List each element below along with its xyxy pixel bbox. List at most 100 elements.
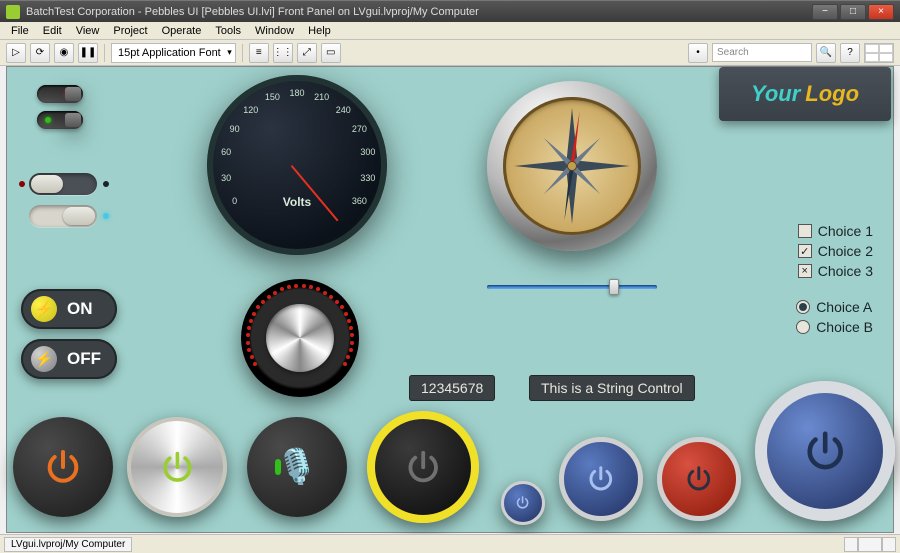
checkbox-label: Choice 2 <box>818 243 873 259</box>
checkbox-choice2[interactable]: ✓ <box>798 244 812 258</box>
pause-button[interactable]: ❚❚ <box>78 43 98 63</box>
search-go-button[interactable]: 🔍 <box>816 43 836 63</box>
app-icon <box>6 5 20 19</box>
on-button[interactable]: ⚡ ON <box>21 289 117 329</box>
menu-tools[interactable]: Tools <box>208 25 248 37</box>
resize-button[interactable]: ⤢ <box>297 43 317 63</box>
front-panel-canvas: ⚡ ON ⚡ OFF Volts 03060901201501802102402… <box>6 66 894 533</box>
knob-scale-dot-icon <box>252 312 256 316</box>
knob-scale-dot-icon <box>346 355 350 359</box>
knob-scale-dot-icon <box>316 287 320 291</box>
logo-word2: Logo <box>805 81 859 107</box>
checkbox-choice3[interactable]: × <box>798 264 812 278</box>
microphone-icon: 🎙️ <box>276 447 318 487</box>
power-button-metal-green[interactable] <box>127 417 227 517</box>
knob-scale-dot-icon <box>344 312 348 316</box>
radio-choice-b[interactable] <box>796 320 810 334</box>
status-bar: LVgui.lvproj/My Computer <box>0 534 900 553</box>
knob-scale-dot-icon <box>294 284 298 288</box>
gauge-tick-label: 330 <box>360 173 375 183</box>
gauge-tick-label: 270 <box>352 124 367 134</box>
toolbar-search-prev[interactable]: • <box>688 43 708 63</box>
knob-scale-dot-icon <box>340 305 344 309</box>
string-control[interactable]: This is a String Control <box>529 375 695 401</box>
power-button-small-blue[interactable] <box>501 481 545 525</box>
menu-edit[interactable]: Edit <box>36 25 69 37</box>
radio-label: Choice B <box>816 319 873 335</box>
knob-scale-dot-icon <box>349 326 353 330</box>
compass-hub-icon <box>567 161 577 171</box>
power-button-dark-orange[interactable] <box>13 417 113 517</box>
knob-scale-dot-icon <box>350 341 354 345</box>
minimize-button[interactable]: − <box>812 4 838 20</box>
menu-view[interactable]: View <box>69 25 107 37</box>
checkbox-label: Choice 3 <box>818 263 873 279</box>
knob-scale-dot-icon <box>256 305 260 309</box>
on-button-label: ON <box>67 299 93 319</box>
lightning-icon: ⚡ <box>31 296 57 322</box>
pane-layout-button[interactable] <box>864 43 894 63</box>
knob-scale-dot-icon <box>253 362 257 366</box>
microphone-button[interactable]: 🎙️ <box>247 417 347 517</box>
status-indicator-3 <box>882 537 896 552</box>
align-button[interactable]: ≡ <box>249 43 269 63</box>
gauge-tick-label: 180 <box>289 88 304 98</box>
checkbox-choice1[interactable] <box>798 224 812 238</box>
power-button-medium-blue[interactable] <box>559 437 643 521</box>
reorder-button[interactable]: ▭ <box>321 43 341 63</box>
gauge-tick-label: 150 <box>265 92 280 102</box>
power-icon <box>159 449 196 486</box>
power-button-large-blue[interactable] <box>755 381 895 521</box>
menu-project[interactable]: Project <box>106 25 154 37</box>
mini-switch-red[interactable] <box>37 85 83 103</box>
gauge-tick-label: 360 <box>352 196 367 206</box>
mic-active-led-icon <box>275 459 281 475</box>
status-indicator-1 <box>844 537 858 552</box>
menu-operate[interactable]: Operate <box>155 25 209 37</box>
font-dropdown-label: 15pt Application Font <box>118 47 221 59</box>
radio-group: Choice A Choice B <box>796 297 873 337</box>
abort-button[interactable]: ◉ <box>54 43 74 63</box>
power-icon <box>515 495 530 510</box>
horizontal-slider[interactable] <box>487 277 657 297</box>
led-green-icon <box>45 117 51 123</box>
power-button-yellow-ring[interactable] <box>367 411 479 523</box>
numeric-indicator[interactable]: 12345678 <box>409 375 495 401</box>
maximize-button[interactable]: □ <box>840 4 866 20</box>
knob-scale-dot-icon <box>273 291 277 295</box>
font-dropdown[interactable]: 15pt Application Font <box>111 43 236 63</box>
gauge-tick-label: 60 <box>221 147 231 157</box>
gauge-tick-label: 90 <box>230 124 240 134</box>
menu-file[interactable]: File <box>4 25 36 37</box>
rotary-knob[interactable] <box>241 279 359 397</box>
gauge-tick-label: 120 <box>243 105 258 115</box>
mini-switch-green[interactable] <box>37 111 83 129</box>
knob-scale-dot-icon <box>347 319 351 323</box>
voltage-gauge[interactable]: Volts 0306090120150180210240270300330360 <box>207 75 387 255</box>
context-help-button[interactable]: ? <box>840 43 860 63</box>
knob-cap-icon <box>266 304 334 372</box>
slim-switch-2[interactable] <box>29 205 97 227</box>
power-icon <box>404 448 442 486</box>
radio-choice-a[interactable] <box>796 300 810 314</box>
slim-switch-1[interactable] <box>29 173 97 195</box>
distribute-button[interactable]: ⋮⋮ <box>273 43 293 63</box>
knob-scale-dot-icon <box>267 295 271 299</box>
logo-placeholder: Your Logo <box>719 67 891 121</box>
power-icon <box>43 447 83 487</box>
run-button[interactable]: ▷ <box>6 43 26 63</box>
knob-scale-dot-icon <box>349 348 353 352</box>
menu-help[interactable]: Help <box>301 25 338 37</box>
run-continuous-button[interactable]: ⟳ <box>30 43 50 63</box>
off-button[interactable]: ⚡ OFF <box>21 339 117 379</box>
power-icon <box>684 464 714 494</box>
power-button-medium-red[interactable] <box>657 437 741 521</box>
knob-scale-dot-icon <box>335 300 339 304</box>
search-input[interactable]: Search <box>712 43 812 62</box>
close-button[interactable]: × <box>868 4 894 20</box>
slider-thumb[interactable] <box>609 279 619 295</box>
menu-window[interactable]: Window <box>248 25 301 37</box>
compass-indicator[interactable] <box>487 81 657 251</box>
gauge-tick-label: 0 <box>232 196 237 206</box>
power-icon <box>802 428 848 474</box>
